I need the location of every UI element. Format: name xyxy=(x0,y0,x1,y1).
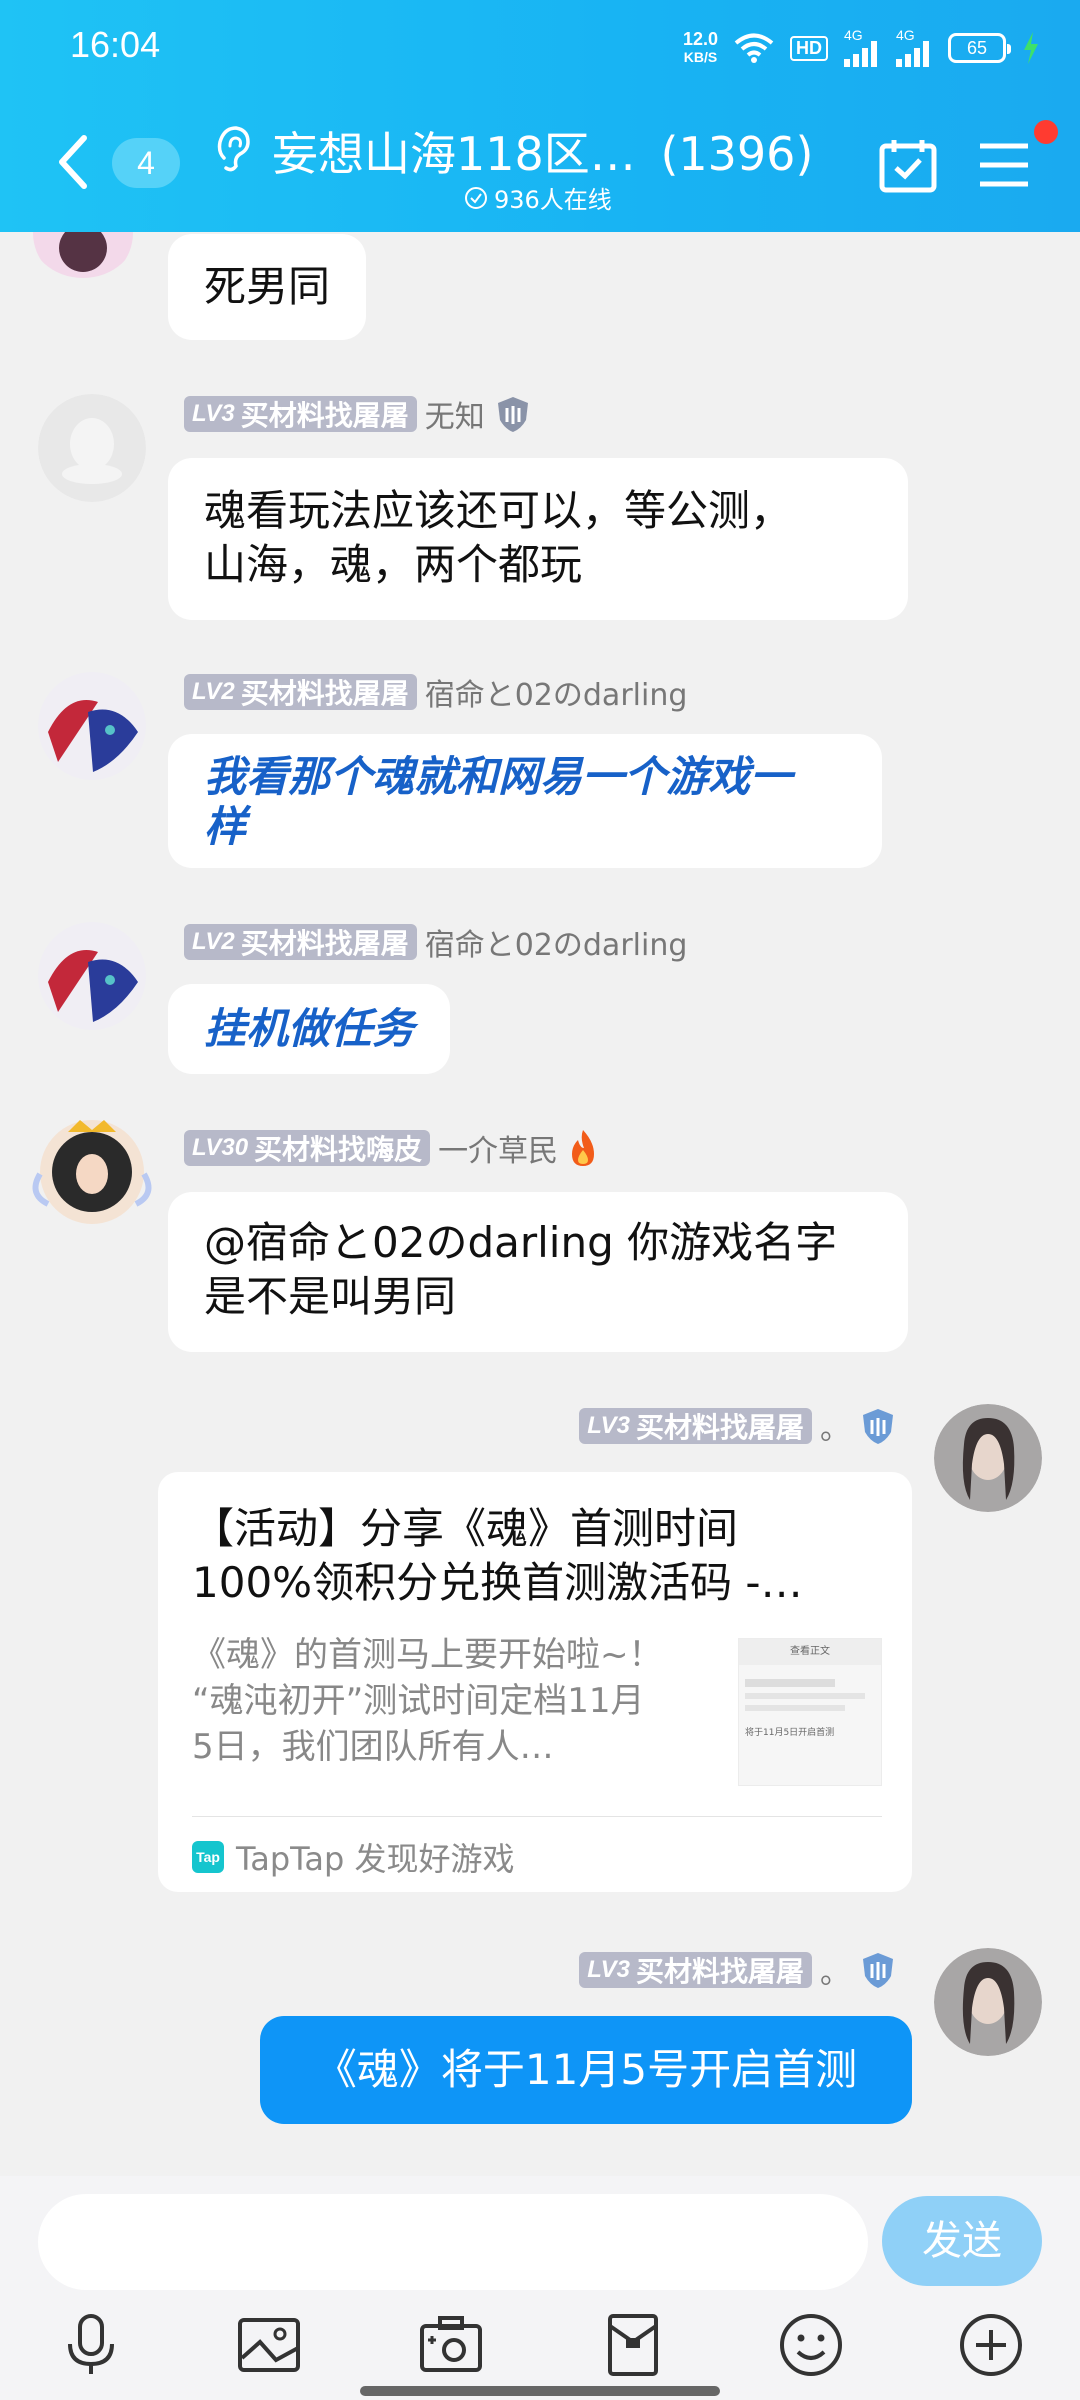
charging-icon xyxy=(1024,32,1038,64)
message-bubble[interactable]: 我看那个魂就和网易一个游戏一 样 xyxy=(168,734,882,868)
chat-header: 16:04 12.0 KB/S HD 4G 4G 65 4 妄想山海118区… … xyxy=(0,0,1080,232)
mic-icon[interactable] xyxy=(58,2312,124,2378)
status-time: 16:04 xyxy=(70,24,161,65)
shield-badge-icon xyxy=(863,1953,893,1988)
message-meta: LV2 买材料找屠屠 宿命と02のdarling xyxy=(184,670,688,714)
level-badge: LV3 买材料找屠屠 xyxy=(184,396,417,432)
message-meta: LV30 买材料找嗨皮 一介草民 xyxy=(184,1126,600,1170)
emoji-icon[interactable] xyxy=(778,2312,844,2378)
avatar[interactable] xyxy=(38,922,146,1030)
composer-toolbar xyxy=(0,2312,1080,2388)
shield-badge-icon xyxy=(863,1409,893,1444)
check-circle-icon xyxy=(465,186,487,209)
card-thumbnail: 查看正文 将于11月5日开启首测 xyxy=(738,1638,882,1786)
menu-icon[interactable] xyxy=(976,140,1032,190)
card-title: 【活动】分享《魂》首测时间 100%领积分兑换首测激活码 -… xyxy=(192,1504,803,1607)
sender-name[interactable]: 一介草民 xyxy=(438,1126,558,1170)
level-badge: LV2 买材料找屠屠 xyxy=(184,924,417,960)
card-divider xyxy=(192,1816,882,1817)
red-packet-icon[interactable] xyxy=(600,2312,666,2378)
message-bubble[interactable]: 魂看玩法应该还可以，等公测， 山海，魂，两个都玩 xyxy=(168,458,908,620)
sender-name[interactable]: 无知 xyxy=(425,392,485,436)
avatar[interactable] xyxy=(38,672,146,780)
wifi-icon xyxy=(734,33,774,63)
back-icon[interactable] xyxy=(48,130,98,194)
message-meta: LV3 买材料找屠屠 。 xyxy=(579,1404,898,1448)
battery-icon: 65 xyxy=(948,33,1011,63)
notification-dot xyxy=(1034,120,1058,144)
calendar-check-icon[interactable] xyxy=(878,136,938,196)
message-bubble[interactable]: 死男同 xyxy=(168,234,367,340)
ear-icon[interactable] xyxy=(212,122,256,174)
status-bar: 16:04 12.0 KB/S HD 4G 4G 65 xyxy=(0,0,1080,96)
sender-name[interactable]: 宿命と02のdarling xyxy=(425,920,688,964)
message-meta: LV3 买材料找屠屠 无知 xyxy=(184,392,533,436)
signal-icon-2: 4G xyxy=(896,28,932,67)
signal-icon-1: 4G xyxy=(844,28,880,67)
sender-name[interactable]: 宿命と02のdarling xyxy=(425,670,688,714)
message-bubble[interactable]: 挂机做任务 xyxy=(168,984,451,1074)
home-indicator[interactable] xyxy=(360,2386,720,2396)
link-card[interactable]: 【活动】分享《魂》首测时间 100%领积分兑换首测激活码 -… 《魂》的首测马上… xyxy=(158,1472,912,1892)
member-count: (1396) xyxy=(660,127,814,181)
card-source: Tap TapTap 发现好游戏 xyxy=(192,1832,515,1882)
status-icons: 12.0 KB/S HD 4G 4G 65 xyxy=(683,26,1040,70)
card-description: 《魂》的首测马上要开始啦~！ “魂沌初开”测试时间定档11月 5日，我们团队所有… xyxy=(192,1635,663,1767)
message-bubble[interactable]: @宿命と02のdarling 你游戏名字 是不是叫男同 xyxy=(168,1192,908,1352)
level-badge: LV3 买材料找屠屠 xyxy=(579,1408,812,1444)
my-avatar[interactable] xyxy=(934,1404,1042,1512)
message-bubble[interactable]: 《魂》将于11月5号开启首测 xyxy=(260,2016,912,2124)
level-badge: LV30 买材料找嗨皮 xyxy=(184,1130,431,1166)
image-icon[interactable] xyxy=(236,2312,302,2378)
level-badge: LV2 买材料找屠屠 xyxy=(184,674,417,710)
message-meta: LV3 买材料找屠屠 。 xyxy=(579,1948,898,1992)
avatar[interactable] xyxy=(28,1104,156,1232)
network-speed: 12.0 KB/S xyxy=(682,29,718,65)
plus-icon[interactable] xyxy=(958,2312,1024,2378)
my-avatar[interactable] xyxy=(934,1948,1042,2056)
send-button[interactable]: 发送 xyxy=(882,2196,1042,2286)
sender-name[interactable]: 。 xyxy=(820,1404,850,1448)
sender-name[interactable]: 。 xyxy=(820,1948,850,1992)
group-title[interactable]: 妄想山海118区… (1396) xyxy=(272,118,813,184)
shield-badge-icon xyxy=(497,397,528,432)
fire-icon xyxy=(572,1130,595,1166)
hd-icon: HD xyxy=(790,35,828,61)
nav-bar: 4 妄想山海118区… (1396) 936人在线 xyxy=(0,100,1080,232)
composer: 发送 xyxy=(0,2176,1080,2400)
avatar[interactable] xyxy=(38,394,146,502)
message-input[interactable] xyxy=(38,2194,868,2290)
camera-icon[interactable] xyxy=(418,2312,484,2378)
taptap-logo-icon: Tap xyxy=(192,1841,224,1873)
unread-count-badge[interactable]: 4 xyxy=(112,138,180,188)
online-status: 936人在线 xyxy=(464,180,612,215)
message-meta: LV2 买材料找屠屠 宿命と02のdarling xyxy=(184,920,688,964)
level-badge: LV3 买材料找屠屠 xyxy=(579,1952,812,1988)
